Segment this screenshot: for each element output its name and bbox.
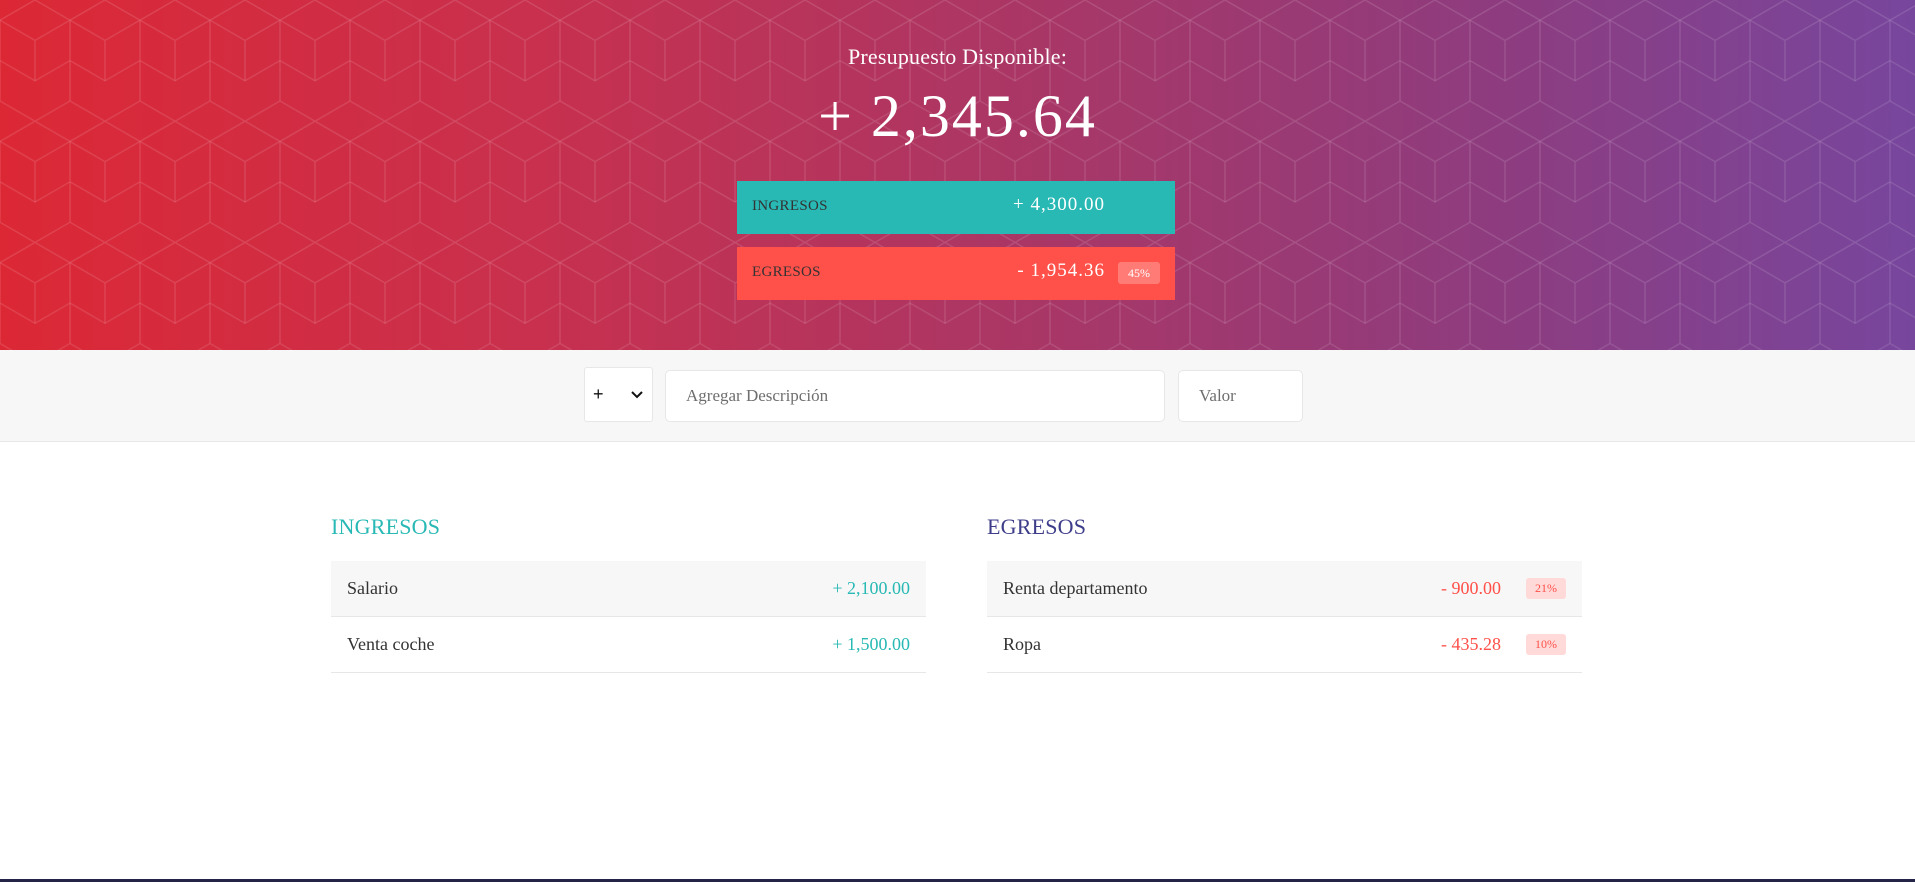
expense-item[interactable]: Ropa - 435.28 10% bbox=[987, 617, 1582, 673]
expense-item-value: - 900.00 bbox=[1441, 578, 1501, 598]
expense-list: EGRESOS Renta departamento - 900.00 21% … bbox=[987, 514, 1582, 673]
expense-item-percentage: 21% bbox=[1526, 578, 1566, 599]
expense-summary: EGRESOS - 1,954.36 45% bbox=[737, 247, 1175, 300]
income-item-description: Salario bbox=[347, 578, 398, 598]
type-select-value: + bbox=[593, 384, 604, 404]
income-item[interactable]: Salario + 2,100.00 bbox=[331, 561, 926, 617]
income-item[interactable]: Venta coche + 1,500.00 bbox=[331, 617, 926, 673]
expense-item-description: Renta departamento bbox=[1003, 578, 1148, 598]
income-list: INGRESOS Salario + 2,100.00 Venta coche … bbox=[331, 514, 926, 673]
expense-summary-value: - 1,954.36 bbox=[1017, 260, 1105, 281]
budget-header: Presupuesto Disponible: + 2,345.64 INGRE… bbox=[0, 0, 1915, 350]
budget-title: Presupuesto Disponible: bbox=[847, 44, 1068, 69]
chevron-down-icon bbox=[631, 391, 643, 399]
expense-list-title: EGRESOS bbox=[987, 514, 1087, 539]
add-item-bar: + bbox=[0, 350, 1915, 442]
value-input[interactable] bbox=[1178, 370, 1303, 422]
income-summary-value: + 4,300.00 bbox=[1013, 194, 1105, 215]
expense-item[interactable]: Renta departamento - 900.00 21% bbox=[987, 561, 1582, 617]
income-summary-label: INGRESOS bbox=[752, 198, 828, 214]
expense-item-description: Ropa bbox=[1003, 634, 1041, 654]
expense-item-value: - 435.28 bbox=[1441, 634, 1501, 654]
income-item-description: Venta coche bbox=[347, 634, 435, 654]
income-summary: INGRESOS + 4,300.00 bbox=[737, 181, 1175, 234]
income-item-value: + 2,100.00 bbox=[832, 578, 910, 598]
expense-item-percentage: 10% bbox=[1526, 634, 1566, 655]
description-input[interactable] bbox=[665, 370, 1165, 422]
budget-total: + 2,345.64 bbox=[818, 83, 1097, 149]
income-list-title: INGRESOS bbox=[331, 514, 441, 539]
expense-percentage-badge: 45% bbox=[1118, 262, 1160, 284]
income-item-value: + 1,500.00 bbox=[832, 634, 910, 654]
type-select[interactable]: + bbox=[584, 367, 653, 422]
expense-summary-label: EGRESOS bbox=[752, 264, 821, 280]
